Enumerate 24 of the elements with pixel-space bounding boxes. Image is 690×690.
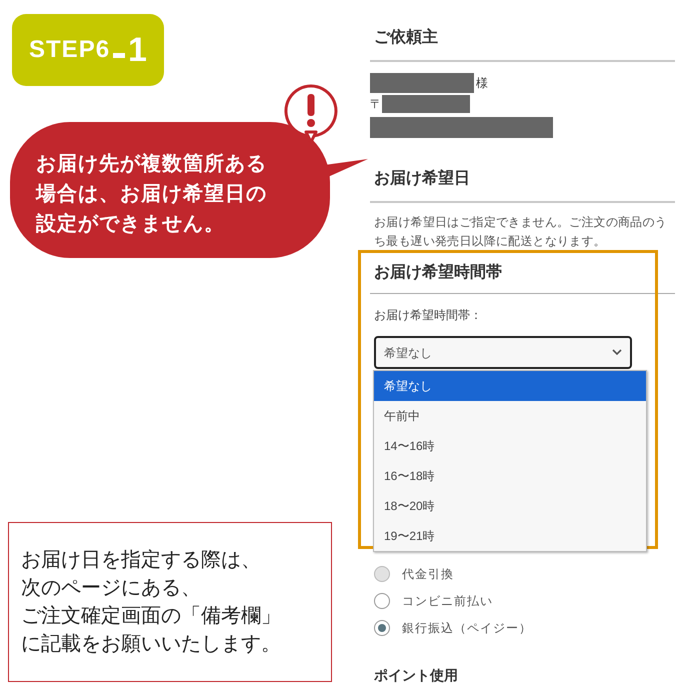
section-title: お届け希望日 [373,168,471,189]
dropdown-option[interactable]: 14〜16時 [374,431,646,461]
section-title: ご依頼主 [373,27,439,48]
radio-label: コンビニ前払い [402,592,493,610]
step-badge: STEP6 1 [12,14,164,86]
warning-text: お届け先が複数箇所ある 場合は、お届け希望日の 設定ができません。 [36,152,267,237]
postal-mark: 〒 [370,96,382,113]
radio-label: 代金引換 [402,566,454,582]
dropdown-option[interactable]: 午前中 [374,401,646,431]
radio-button[interactable] [374,620,390,636]
dropdown-option[interactable]: 18〜20時 [374,491,646,521]
chevron-down-icon [612,349,622,356]
section-title: ポイント使用 [373,666,459,685]
note-text: お届け日を指定する際は、 次のページにある、 ご注文確定画面の「備考欄」 に記載をお願いいたします。 [21,548,281,657]
radio-label: 銀行振込（ペイジー） [402,620,532,636]
honorific-text: 様 [476,75,488,92]
dropdown-option[interactable]: 希望なし [374,371,646,401]
delivery-date-message: お届け希望日はご指定できません。ご注文の商品のうち最も遅い発売日以降に配送となります。 [374,214,668,250]
dropdown-option[interactable]: 16〜18時 [374,461,646,491]
section-title: お届け希望時間帯 [373,262,503,283]
field-label: お届け希望時間帯： [373,307,483,324]
radio-button[interactable] [374,592,390,608]
dropdown-option[interactable]: 19〜21時 [374,521,646,551]
time-slot-select[interactable]: 希望なし [374,336,632,369]
